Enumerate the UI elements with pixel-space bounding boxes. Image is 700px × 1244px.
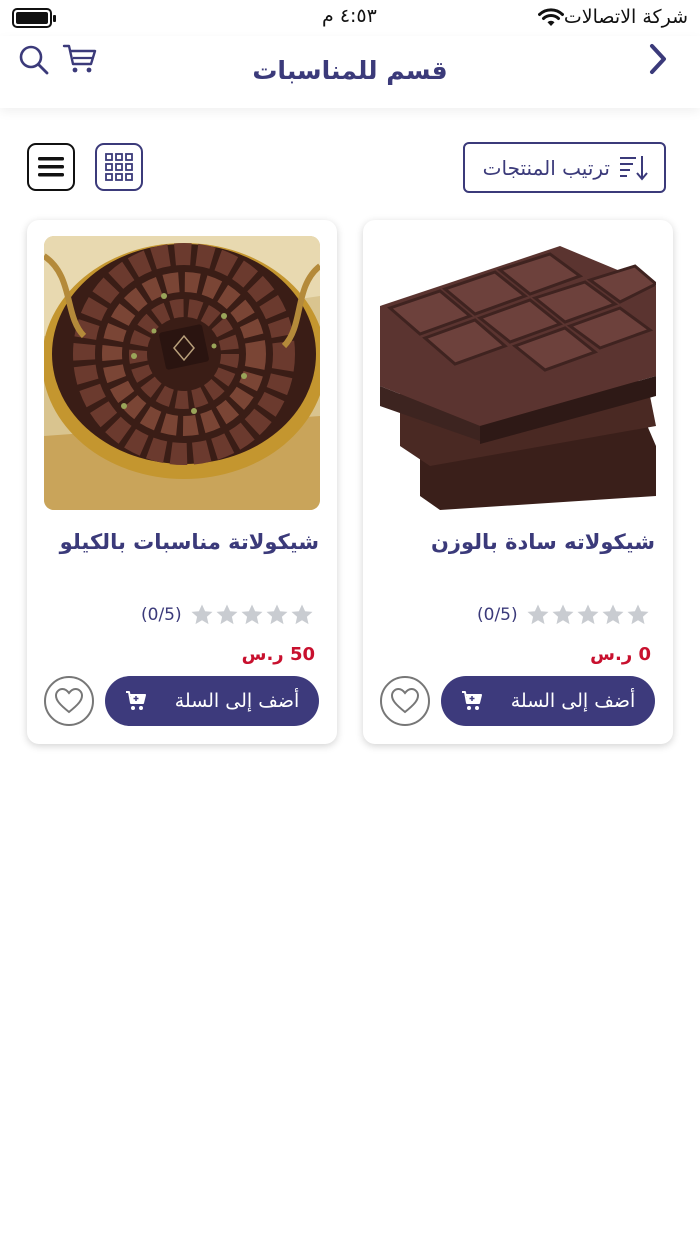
rating: (0/5) [477,603,651,627]
star-icon [552,604,574,625]
wishlist-button[interactable] [380,676,430,726]
add-to-cart-label: أضف إلى السلة [510,690,636,712]
star-icon [291,604,313,625]
sort-button[interactable]: ترتيب المنتجات [463,142,666,193]
star-icon [241,604,263,625]
product-image[interactable] [44,236,320,510]
rating: (0/5) [141,603,315,627]
carrier-name: شركة الاتصالات [563,6,688,28]
star-icon [191,604,213,625]
star-icon [527,604,549,625]
grid-view-button[interactable] [95,143,143,191]
price: 0 ر.س [590,644,651,665]
cart-add-icon [461,691,482,710]
heart-icon [55,688,83,714]
star-icon [577,604,599,625]
add-to-cart-button[interactable]: أضف إلى السلة [105,676,319,726]
star-icon [627,604,649,625]
add-to-cart-label: أضف إلى السلة [174,690,300,712]
list-view-button[interactable] [27,143,75,191]
sort-label: ترتيب المنتجات [482,155,610,180]
price: 50 ر.س [241,644,315,665]
heart-icon [391,688,419,714]
status-time: ٤:٥٣ م [322,5,377,27]
app-header: قسم للمناسبات [0,36,700,108]
star-icon [266,604,288,625]
list-view-icon [38,157,64,177]
wishlist-button[interactable] [44,676,94,726]
grid-view-icon [105,153,133,181]
star-icon [602,604,624,625]
battery-icon [12,8,56,28]
product-card[interactable]: شيكولاته سادة بالوزن (0/5) 0 ر.س أضف إلى… [363,220,673,744]
product-card[interactable]: شيكولاتة مناسبات بالكيلو (0/5) 50 ر.س أض… [27,220,337,744]
add-to-cart-button[interactable]: أضف إلى السلة [441,676,655,726]
page-title: قسم للمناسبات [252,56,448,85]
product-name[interactable]: شيكولاتة مناسبات بالكيلو [39,530,319,554]
wifi-icon [538,8,564,26]
back-icon[interactable] [646,42,670,76]
rating-text: (0/5) [477,605,518,625]
star-icon [216,604,238,625]
sort-icon [620,155,648,181]
status-bar: ٤:٥٣ م شركة الاتصالات [0,0,700,36]
product-name[interactable]: شيكولاته سادة بالوزن [375,530,655,554]
cart-add-icon [125,691,146,710]
product-image[interactable] [380,236,656,510]
rating-text: (0/5) [141,605,182,625]
